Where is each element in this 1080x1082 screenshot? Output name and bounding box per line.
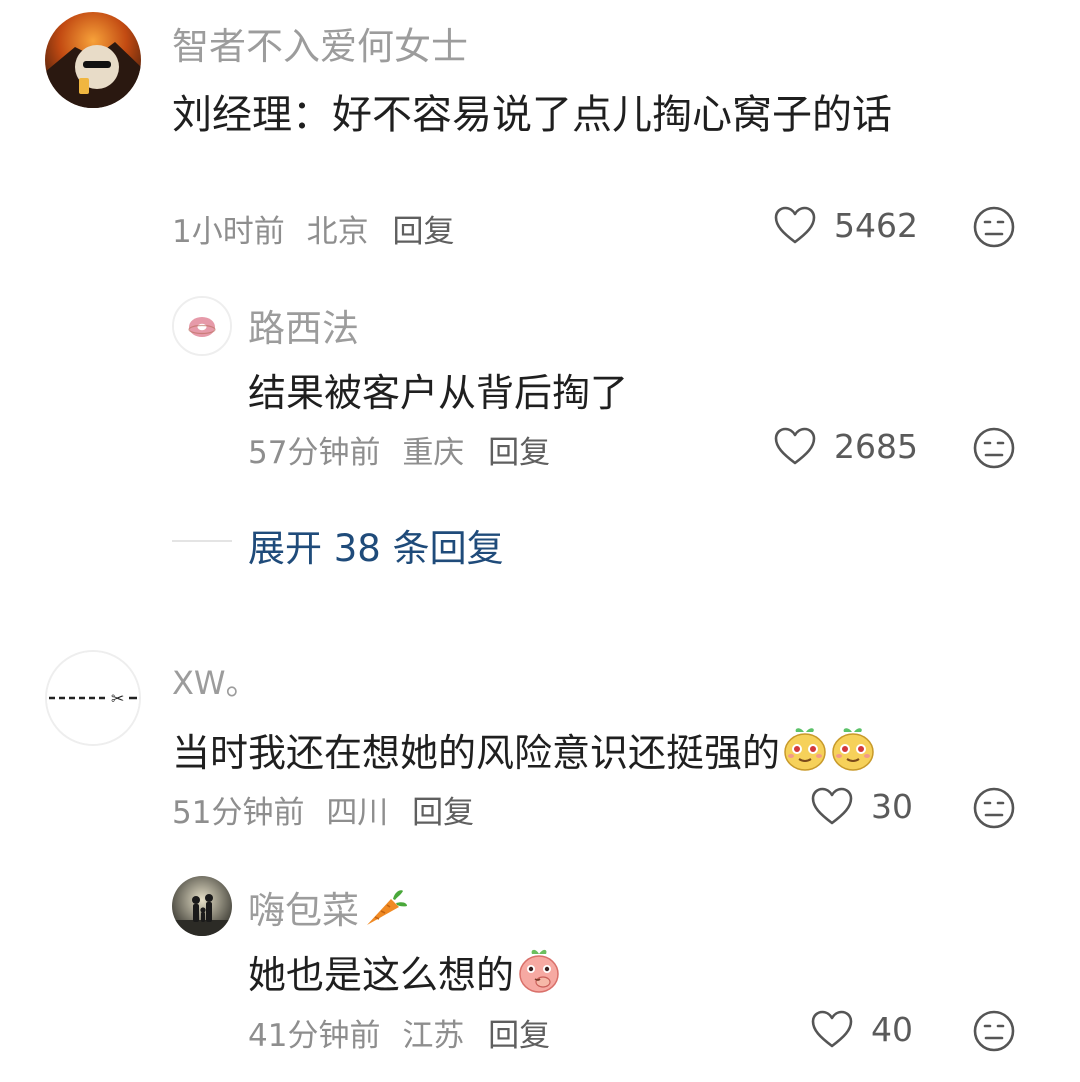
expand-divider xyxy=(172,540,232,542)
reply-time: 41分钟前 xyxy=(248,1018,381,1054)
carrot-emoji xyxy=(361,885,411,938)
reply-location: 重庆 xyxy=(402,435,465,471)
comment-location: 北京 xyxy=(306,214,369,250)
meh-face-icon[interactable] xyxy=(972,426,1016,470)
like-count: 2685 xyxy=(834,427,918,466)
comment-time: 1小时前 xyxy=(172,214,285,250)
comment-author[interactable]: 智者不入爱何女士 xyxy=(172,16,468,70)
comment-meta: 51分钟前 四川 回复 xyxy=(172,787,474,832)
like-count: 40 xyxy=(871,1010,913,1049)
reply-text: 结果被客户从背后掏了 xyxy=(248,371,629,415)
reply-text-content: 她也是这么想的 xyxy=(248,953,515,997)
like-count: 30 xyxy=(871,787,913,826)
reply-author[interactable]: 嗨包菜 xyxy=(248,880,411,938)
avatar[interactable] xyxy=(45,12,141,108)
comment-text-content: 当时我还在想她的风险意识还挺强的 xyxy=(172,731,781,775)
comment-text: 刘经理：好不容易说了点儿掏心窝子的话 xyxy=(172,92,892,138)
meh-face-icon[interactable] xyxy=(972,1009,1016,1053)
smirk-sprout-emoji xyxy=(830,724,876,781)
avatar[interactable] xyxy=(172,876,232,936)
reply-meta: 57分钟前 重庆 回复 xyxy=(248,427,550,472)
scissors-avatar-image: ✂ xyxy=(47,652,139,744)
meh-face-icon[interactable] xyxy=(972,205,1016,249)
expand-replies-button[interactable]: 展开 38 条回复 xyxy=(248,518,504,572)
heart-outline-icon[interactable] xyxy=(773,205,817,245)
avatar[interactable]: ✂ xyxy=(45,650,141,746)
silhouette-avatar-image xyxy=(172,876,232,936)
reply-button[interactable]: 回复 xyxy=(488,435,550,471)
svg-text:✂: ✂ xyxy=(111,689,124,708)
donut-avatar-image xyxy=(174,298,230,354)
reply-author-name: 嗨包菜 xyxy=(248,889,359,932)
reply-location: 江苏 xyxy=(402,1018,465,1054)
heart-outline-icon[interactable] xyxy=(810,786,854,826)
reply-time: 57分钟前 xyxy=(248,435,381,471)
meh-face-icon[interactable] xyxy=(972,786,1016,830)
thinking-peach-emoji xyxy=(516,946,562,1003)
comment-author[interactable]: XW。 xyxy=(172,658,258,704)
comment-time: 51分钟前 xyxy=(172,795,305,831)
avatar[interactable] xyxy=(172,296,232,356)
reply-button[interactable]: 回复 xyxy=(412,795,474,831)
reply-text: 她也是这么想的 xyxy=(248,944,562,1003)
heart-outline-icon[interactable] xyxy=(773,426,817,466)
comment-location: 四川 xyxy=(326,795,389,831)
reply-author[interactable]: 路西法 xyxy=(248,298,359,352)
like-count: 5462 xyxy=(834,206,918,245)
comment-meta: 1小时前 北京 回复 xyxy=(172,206,454,251)
smirk-sprout-emoji xyxy=(782,724,828,781)
reply-button[interactable]: 回复 xyxy=(488,1018,550,1054)
reply-meta: 41分钟前 江苏 回复 xyxy=(248,1010,550,1055)
reply-button[interactable]: 回复 xyxy=(392,214,454,250)
comment-text: 当时我还在想她的风险意识还挺强的 xyxy=(172,722,876,781)
volcano-avatar-image xyxy=(45,12,141,108)
heart-outline-icon[interactable] xyxy=(810,1009,854,1049)
